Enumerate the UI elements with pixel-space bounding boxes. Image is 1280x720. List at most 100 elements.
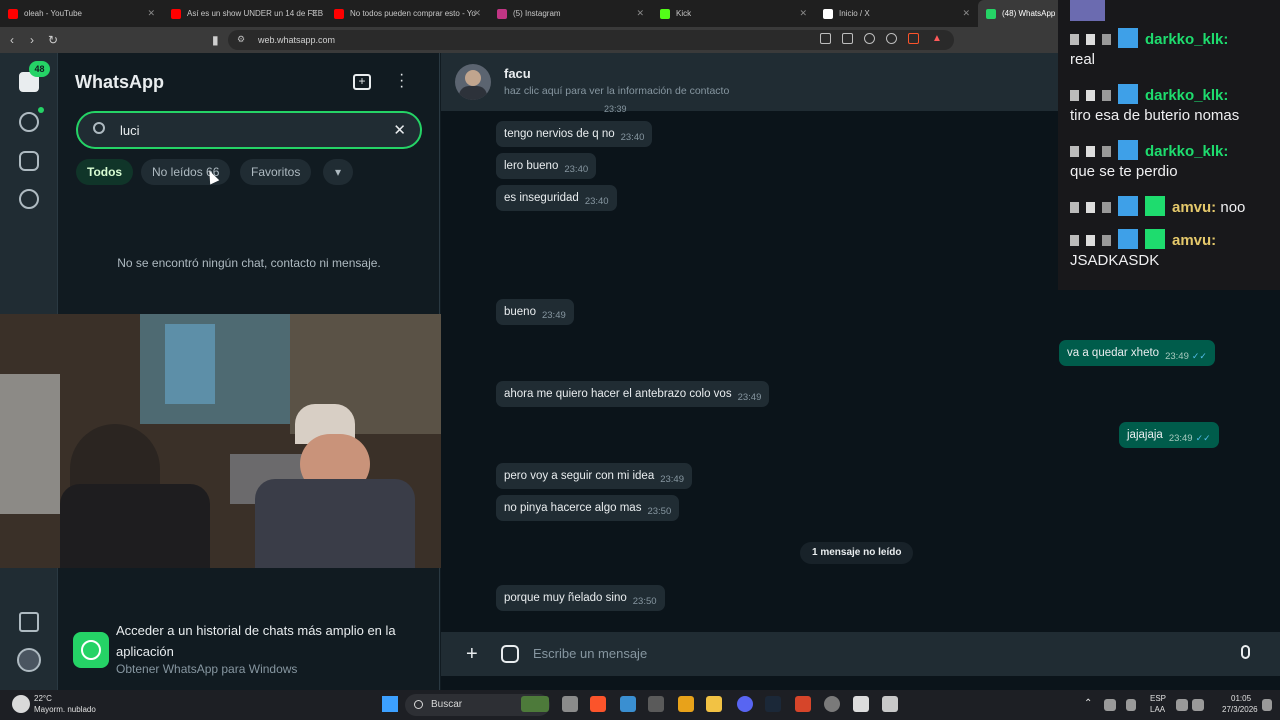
stream-chat-message: darkko_klk: bbox=[1070, 140, 1228, 160]
message-incoming[interactable]: porque muy ñelado sino 23:50 bbox=[496, 585, 665, 611]
message-incoming[interactable]: ahora me quiero hacer el antebrazo colo … bbox=[496, 381, 770, 407]
search-input[interactable]: luci ✕ bbox=[76, 111, 422, 149]
browser-tab[interactable]: No todos pueden comprar esto - Yo ✕ bbox=[326, 0, 489, 27]
keyboard-region[interactable]: LAA bbox=[1150, 705, 1165, 714]
message-incoming[interactable]: pero voy a seguir con mi idea 23:49 bbox=[496, 463, 692, 489]
weather-description[interactable]: Mayorm. nublado bbox=[34, 705, 96, 714]
address-bar-row: ‹ › ↻ ▮ web.whatsapp.com bbox=[0, 27, 1058, 53]
communities-icon[interactable] bbox=[19, 189, 39, 209]
clock-date[interactable]: 27/3/2026 bbox=[1222, 705, 1258, 714]
webcam-overlay bbox=[0, 314, 451, 568]
app-shield-icon[interactable] bbox=[795, 696, 811, 712]
instagram-icon bbox=[497, 8, 507, 19]
filter-more-icon[interactable]: ▾ bbox=[323, 159, 353, 185]
calculator-icon[interactable] bbox=[648, 696, 664, 712]
microphone-tray-icon[interactable] bbox=[1126, 699, 1136, 711]
tray-icon[interactable] bbox=[1104, 699, 1116, 711]
keyboard-language[interactable]: ESP bbox=[1150, 694, 1166, 703]
weather-icon[interactable] bbox=[12, 695, 30, 713]
stream-chat-message: darkko_klk: bbox=[1070, 28, 1228, 48]
profile-avatar[interactable] bbox=[17, 648, 41, 672]
message-input[interactable]: Escribe un mensaje bbox=[533, 646, 647, 661]
message-incoming[interactable]: bueno 23:49 bbox=[496, 299, 574, 325]
search-icon bbox=[414, 700, 423, 709]
close-icon[interactable]: ✕ bbox=[799, 8, 807, 19]
message-incoming[interactable]: no pinya hacerce algo mas 23:50 bbox=[496, 495, 680, 521]
new-chat-icon[interactable]: + bbox=[353, 74, 371, 90]
site-info-icon[interactable]: ⚙ bbox=[237, 34, 245, 45]
menu-dots-icon[interactable]: · · · bbox=[399, 67, 404, 95]
contact-avatar[interactable] bbox=[455, 64, 491, 100]
file-explorer-icon[interactable] bbox=[706, 696, 722, 712]
clock-time[interactable]: 01:05 bbox=[1231, 694, 1251, 703]
windows-start-icon[interactable] bbox=[382, 696, 398, 712]
whatsapp-windows-icon bbox=[73, 632, 109, 668]
stream-chat-message: amvu: noo bbox=[1070, 196, 1245, 216]
settings-icon[interactable] bbox=[824, 696, 840, 712]
contact-name[interactable]: facu bbox=[504, 66, 531, 81]
notifications-icon[interactable] bbox=[1262, 699, 1272, 711]
snipping-tool-icon[interactable] bbox=[882, 696, 898, 712]
clear-search-icon[interactable]: ✕ bbox=[393, 121, 406, 139]
steam-icon[interactable] bbox=[765, 696, 781, 712]
filter-all[interactable]: Todos bbox=[76, 159, 134, 185]
status-icon[interactable] bbox=[19, 112, 39, 132]
brave-browser-icon[interactable] bbox=[590, 696, 606, 712]
browser-tab[interactable]: oleah - YouTube ✕ bbox=[0, 0, 163, 27]
media-icon[interactable] bbox=[19, 612, 39, 632]
cast-icon[interactable] bbox=[842, 33, 853, 44]
stream-chat-message: darkko_klk: bbox=[1070, 84, 1228, 104]
browser-tab[interactable]: (5) Instagram ✕ bbox=[489, 0, 652, 27]
browser-tab[interactable]: Inicio / X ✕ bbox=[815, 0, 978, 27]
close-icon[interactable]: ✕ bbox=[962, 8, 970, 19]
close-icon[interactable]: ✕ bbox=[636, 8, 644, 19]
youtube-icon bbox=[8, 8, 18, 19]
contact-info-hint[interactable]: haz clic aquí para ver la información de… bbox=[504, 85, 729, 97]
badge-icon bbox=[1118, 140, 1138, 160]
app-icon[interactable] bbox=[678, 696, 694, 712]
attach-plus-icon[interactable]: + bbox=[466, 643, 478, 666]
weather-temp[interactable]: 22°C bbox=[34, 694, 52, 703]
message-outgoing[interactable]: va a quedar xheto 23:49 ✓✓ bbox=[1059, 340, 1215, 366]
network-icon[interactable] bbox=[1176, 699, 1188, 711]
message-incoming[interactable]: lero bueno 23:40 bbox=[496, 153, 597, 179]
tray-chevron-icon[interactable]: ⌃ bbox=[1084, 698, 1092, 709]
badge-icon bbox=[1145, 229, 1165, 249]
chat-header[interactable] bbox=[441, 53, 1058, 111]
sticker-icon[interactable] bbox=[501, 645, 519, 663]
microphone-icon[interactable] bbox=[1241, 645, 1250, 659]
zoom-icon[interactable] bbox=[864, 33, 875, 44]
back-icon[interactable]: ‹ bbox=[10, 33, 14, 47]
close-icon[interactable]: ✕ bbox=[310, 8, 318, 19]
task-view-icon[interactable] bbox=[562, 696, 578, 712]
app-icon[interactable] bbox=[853, 696, 869, 712]
browser-tab[interactable]: Así es un show UNDER un 14 de FEB ✕ bbox=[163, 0, 326, 27]
read-ticks-icon: ✓✓ bbox=[1191, 351, 1207, 361]
search-value: luci bbox=[120, 123, 140, 138]
channels-icon[interactable] bbox=[19, 151, 39, 171]
reload-icon[interactable]: ↻ bbox=[48, 33, 58, 47]
badge-icon bbox=[1102, 34, 1111, 45]
forward-icon[interactable]: › bbox=[30, 33, 34, 47]
brave-shield-icon[interactable] bbox=[908, 33, 919, 44]
brave-rewards-icon[interactable]: ▲ bbox=[932, 33, 942, 44]
badge-icon bbox=[1118, 196, 1138, 216]
discord-icon[interactable] bbox=[737, 696, 753, 712]
volume-icon[interactable] bbox=[1192, 699, 1204, 711]
translate-icon[interactable] bbox=[886, 33, 897, 44]
filter-favorites[interactable]: Favoritos bbox=[240, 159, 312, 185]
badge-icon bbox=[1118, 229, 1138, 249]
stream-emote-icon bbox=[1070, 0, 1105, 21]
bookmark-icon[interactable]: ▮ bbox=[212, 33, 219, 47]
promo-download-link[interactable]: Obtener WhatsApp para Windows bbox=[116, 662, 297, 676]
close-icon[interactable]: ✕ bbox=[473, 8, 481, 19]
badge-icon bbox=[1102, 90, 1111, 101]
message-incoming[interactable]: tengo nervios de q no 23:40 bbox=[496, 121, 653, 147]
notepad-icon[interactable] bbox=[620, 696, 636, 712]
message-outgoing[interactable]: jajajaja 23:49 ✓✓ bbox=[1119, 422, 1219, 448]
extension-icon[interactable] bbox=[820, 33, 831, 44]
message-incoming[interactable]: es inseguridad 23:40 bbox=[496, 185, 617, 211]
close-icon[interactable]: ✕ bbox=[147, 8, 155, 19]
browser-tab[interactable]: Kick ✕ bbox=[652, 0, 815, 27]
status-dot-icon bbox=[38, 107, 44, 113]
